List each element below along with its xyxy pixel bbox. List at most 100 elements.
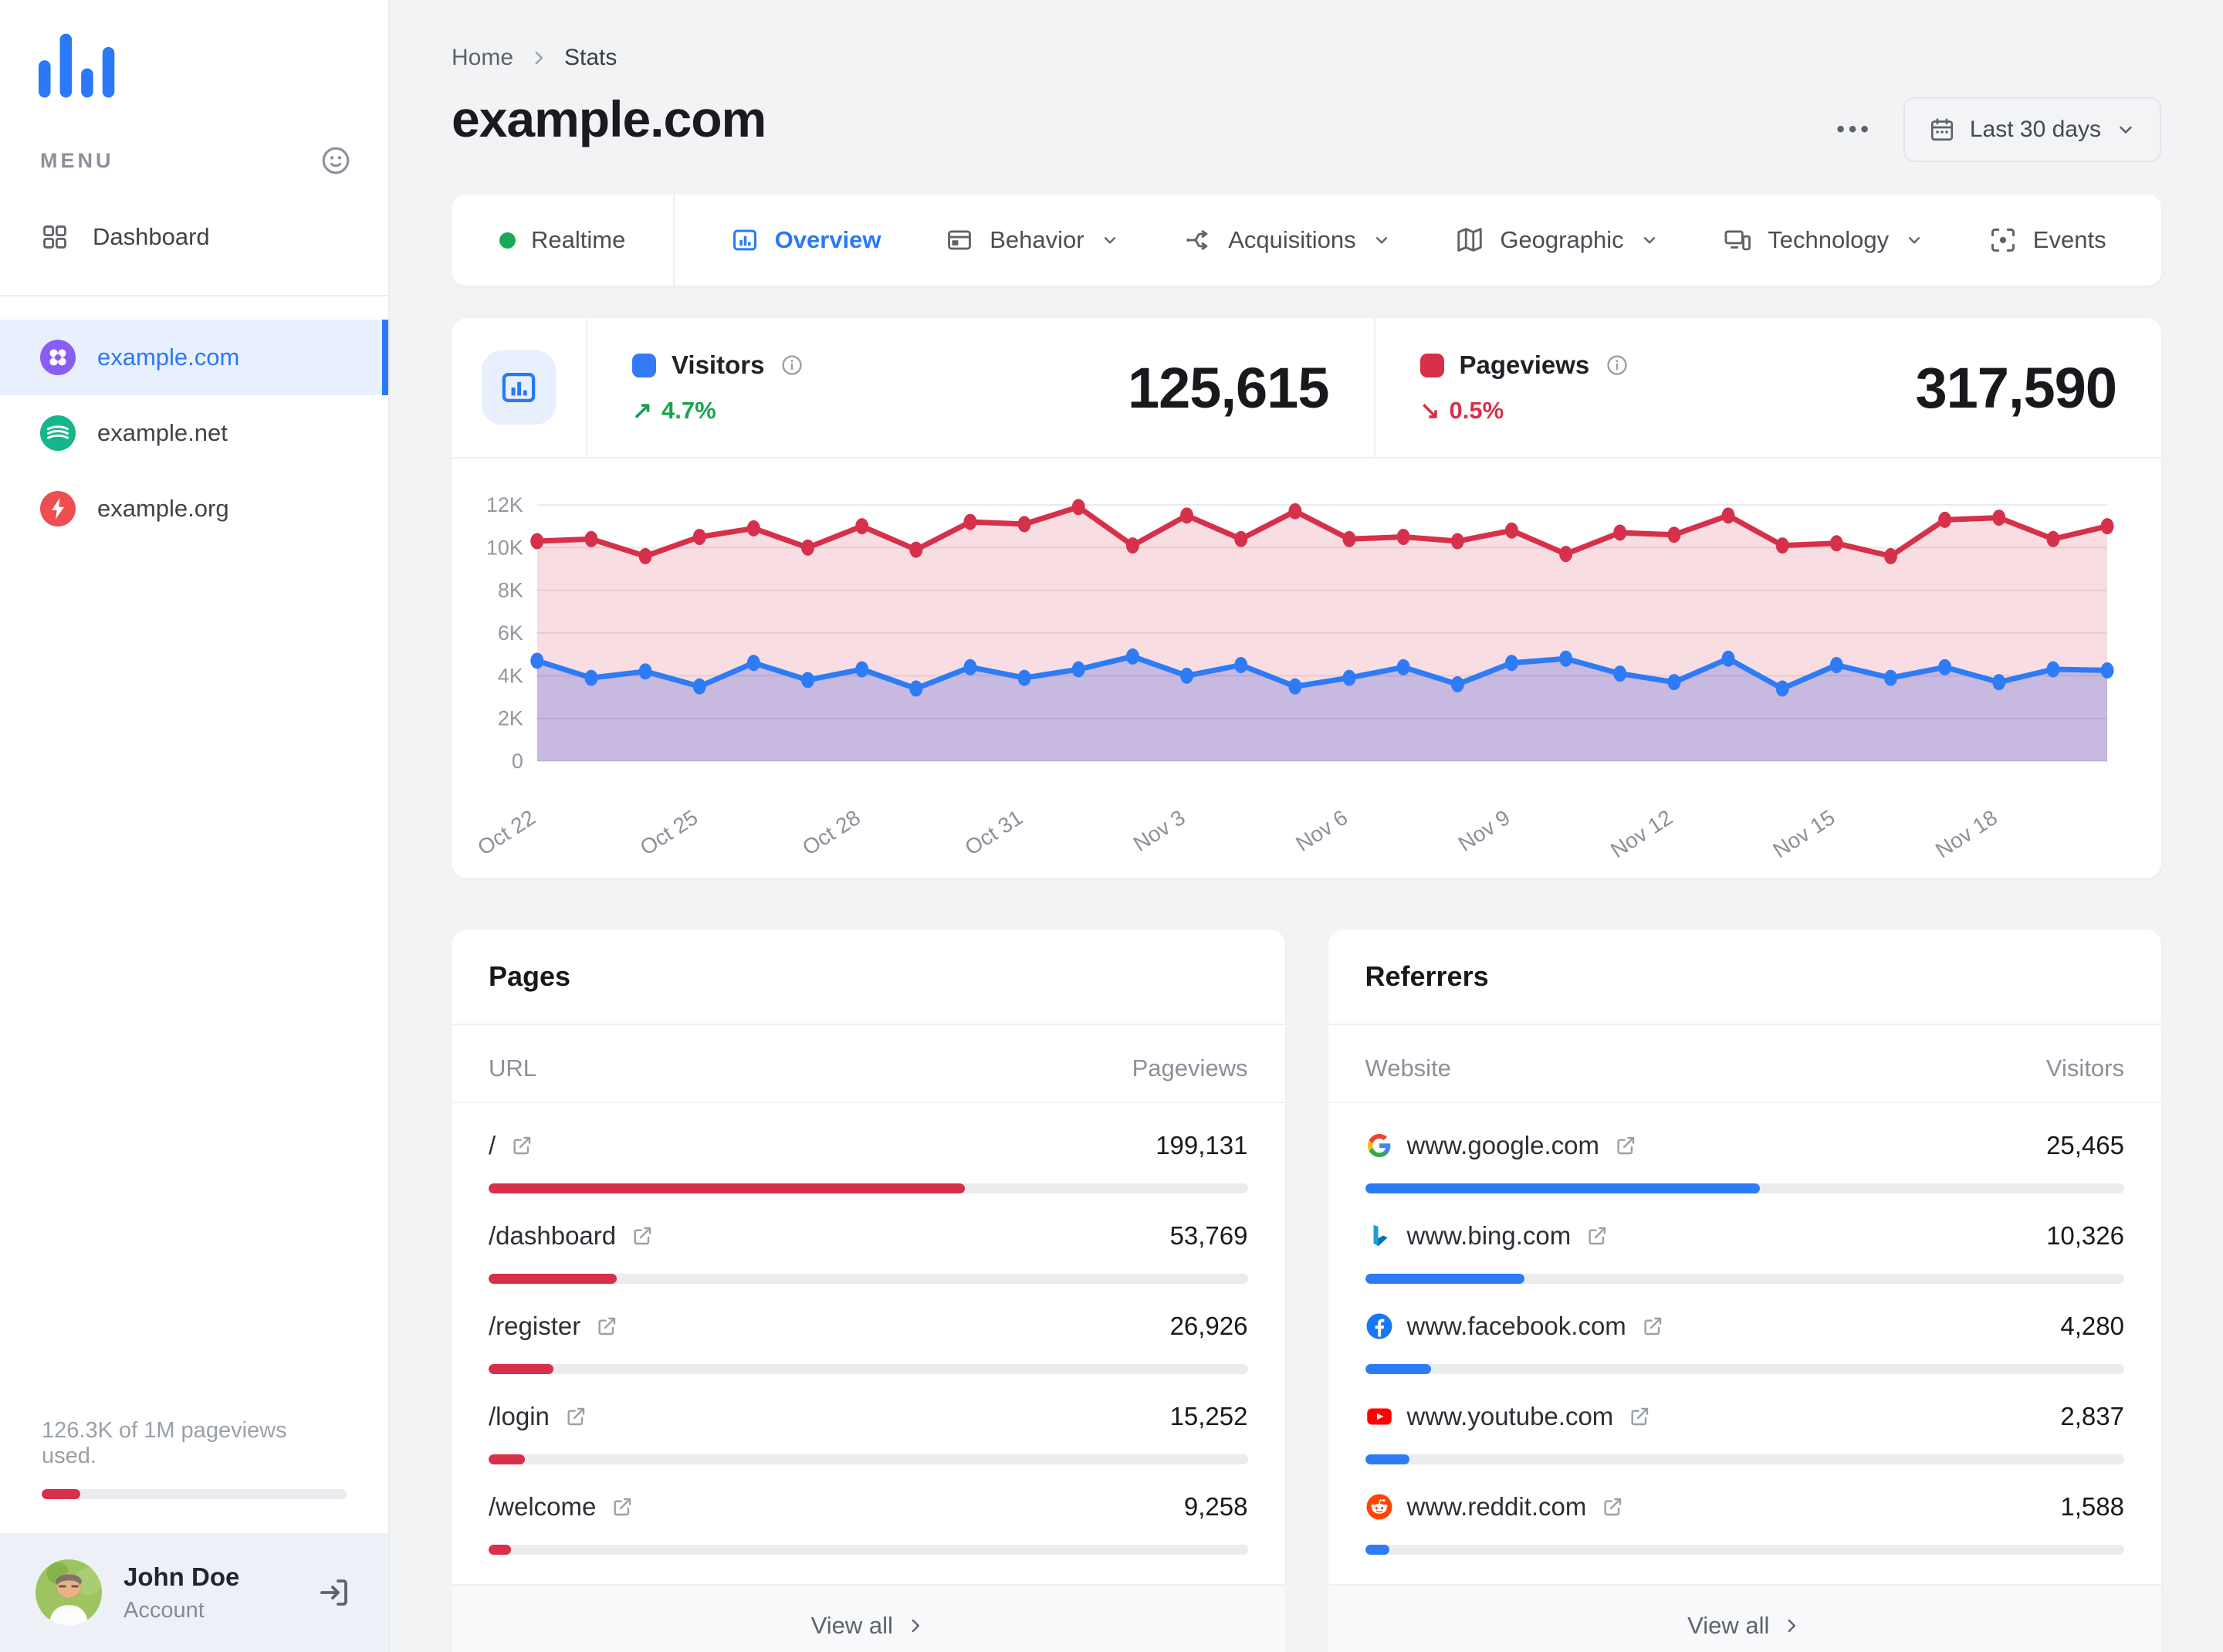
page-title: example.com — [452, 90, 766, 147]
external-link-icon[interactable] — [630, 1224, 655, 1248]
google-favicon-icon — [1365, 1132, 1393, 1159]
site-favicon-example-net-icon — [40, 415, 76, 451]
external-link-icon[interactable] — [1613, 1133, 1638, 1158]
page-url-link[interactable]: / — [489, 1131, 496, 1160]
referrer-link[interactable]: www.google.com — [1407, 1131, 1599, 1160]
referrer-link[interactable]: www.bing.com — [1407, 1221, 1572, 1251]
page-url-link[interactable]: /dashboard — [489, 1221, 616, 1251]
visitors-value: 125,615 — [1128, 355, 1329, 420]
pageviews-value: 317,590 — [1915, 355, 2117, 420]
referrer-visitors: 1,588 — [2060, 1492, 2124, 1521]
breadcrumb-home-link[interactable]: Home — [452, 45, 513, 71]
theme-toggle-icon[interactable] — [319, 144, 353, 178]
referrer-link[interactable]: www.youtube.com — [1407, 1402, 1614, 1431]
referrers-view-all-button[interactable]: View all — [1328, 1584, 2161, 1652]
page-bar-fill — [489, 1454, 526, 1464]
page-bar-fill — [489, 1545, 511, 1555]
external-link-icon[interactable] — [1600, 1495, 1625, 1519]
external-link-icon[interactable] — [509, 1133, 534, 1158]
info-icon[interactable] — [1605, 353, 1629, 377]
page-bar-fill — [489, 1183, 965, 1193]
trend-up-arrow-icon: ↗ — [632, 397, 652, 424]
page-url-link[interactable]: /register — [489, 1312, 580, 1341]
tab-behavior[interactable]: Behavior — [945, 225, 1119, 255]
page-row: /register 26,926 — [452, 1284, 1285, 1374]
info-icon[interactable] — [780, 353, 804, 377]
referrer-visitors: 2,837 — [2060, 1402, 2124, 1430]
pageviews-series-swatch — [1419, 353, 1444, 377]
tab-label: Behavior — [990, 226, 1084, 253]
tab-realtime[interactable]: Realtime — [452, 195, 675, 286]
referrer-link[interactable]: www.reddit.com — [1407, 1492, 1587, 1522]
external-link-icon[interactable] — [1627, 1404, 1652, 1429]
page-bar-fill — [489, 1364, 553, 1374]
pages-col-url: URL — [489, 1055, 537, 1082]
account-card[interactable]: John Doe Account — [0, 1533, 388, 1652]
date-range-label: Last 30 days — [1969, 117, 2101, 142]
logout-icon[interactable] — [316, 1574, 353, 1611]
svg-text:6K: 6K — [498, 621, 523, 645]
referrer-bar-track — [1365, 1364, 2124, 1374]
facebook-favicon-icon — [1365, 1312, 1393, 1340]
referrers-col-website: Website — [1365, 1055, 1451, 1082]
tab-acquisitions[interactable]: Acquisitions — [1183, 225, 1391, 255]
geographic-map-icon — [1455, 225, 1484, 255]
external-link-icon[interactable] — [563, 1404, 588, 1429]
referrer-bar-track — [1365, 1183, 2124, 1193]
tab-overview[interactable]: Overview — [730, 225, 881, 255]
page-bar-track — [489, 1454, 1248, 1464]
site-favicon-example-org-icon — [40, 491, 76, 526]
referrers-col-visitors: Visitors — [2045, 1055, 2124, 1082]
page-url-link[interactable]: /welcome — [489, 1492, 596, 1522]
site-favicon-example-com-icon — [40, 340, 76, 375]
page-pageviews: 199,131 — [1155, 1131, 1248, 1159]
svg-text:Oct 22: Oct 22 — [473, 805, 540, 858]
pageviews-label: Pageviews — [1459, 350, 1590, 379]
referrer-link[interactable]: www.facebook.com — [1407, 1312, 1626, 1341]
page-url-link[interactable]: /login — [489, 1402, 550, 1431]
external-link-icon[interactable] — [1640, 1314, 1665, 1339]
user-role: Account — [124, 1597, 205, 1623]
svg-text:12K: 12K — [486, 493, 523, 516]
chevron-down-icon — [2115, 119, 2137, 140]
date-range-button[interactable]: Last 30 days — [1903, 97, 2161, 162]
referrer-bar-fill — [1365, 1183, 1760, 1193]
referrer-row: www.google.com 25,465 — [1328, 1103, 2162, 1193]
tab-label: Technology — [1768, 226, 1890, 253]
sidebar-site-example-net[interactable]: example.net — [0, 395, 388, 471]
sidebar-site-example-org[interactable]: example.org — [0, 471, 388, 547]
calendar-icon — [1928, 116, 1956, 144]
trend-down-arrow-icon: ↘ — [1419, 397, 1440, 424]
tab-events[interactable]: Events — [1988, 225, 2106, 255]
chevron-right-icon — [905, 1616, 925, 1636]
sidebar-site-example-com[interactable]: example.com — [0, 320, 388, 395]
referrer-row: www.youtube.com 2,837 — [1328, 1374, 2162, 1464]
page-row: /dashboard 53,769 — [452, 1193, 1285, 1284]
chevron-down-icon — [1100, 230, 1120, 250]
svg-text:4K: 4K — [498, 664, 523, 687]
usage-progress-track — [42, 1489, 347, 1499]
page-bar-track — [489, 1274, 1248, 1284]
tab-technology[interactable]: Technology — [1723, 225, 1924, 255]
svg-text:Oct 28: Oct 28 — [798, 805, 864, 858]
external-link-icon[interactable] — [610, 1495, 634, 1519]
tab-label: Realtime — [531, 226, 626, 253]
referrers-title: Referrers — [1328, 929, 2161, 1025]
sidebar-item-dashboard[interactable]: Dashboard — [0, 199, 388, 275]
breadcrumb: Home Stats — [452, 45, 2161, 71]
tab-geographic[interactable]: Geographic — [1455, 225, 1659, 255]
pages-view-all-button[interactable]: View all — [452, 1584, 1285, 1652]
reddit-favicon-icon — [1365, 1493, 1393, 1521]
bing-favicon-icon — [1365, 1222, 1393, 1250]
tab-label: Overview — [774, 226, 881, 253]
referrer-bar-track — [1365, 1545, 2124, 1555]
referrer-visitors: 10,326 — [2046, 1221, 2124, 1250]
external-link-icon[interactable] — [594, 1314, 619, 1339]
more-options-button[interactable]: ••• — [1836, 117, 1873, 143]
view-all-label: View all — [1687, 1612, 1770, 1639]
page-row: /welcome 9,258 — [452, 1464, 1285, 1555]
page-row: / 199,131 — [452, 1103, 1285, 1193]
chevron-right-icon — [1781, 1616, 1802, 1636]
chevron-down-icon — [1372, 230, 1392, 250]
external-link-icon[interactable] — [1585, 1224, 1609, 1248]
